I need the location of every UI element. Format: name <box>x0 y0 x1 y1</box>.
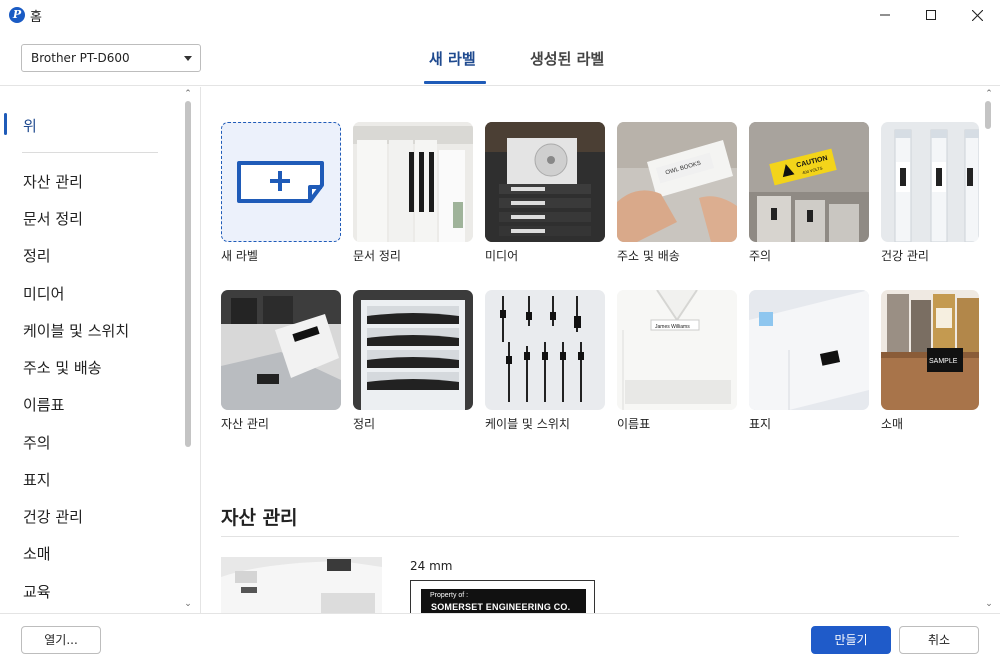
category-sidebar: 위 자산 관리 문서 정리 정리 미디어 케이블 및 스위치 주소 및 배송 이… <box>0 87 201 613</box>
main-scroll-down-icon[interactable]: ⌄ <box>984 600 994 609</box>
tab-new-label[interactable]: 새 라벨 <box>429 48 476 69</box>
printer-select-value: Brother PT-D600 <box>31 51 130 65</box>
tile-label: 주소 및 배송 <box>617 249 680 263</box>
cables-photo-icon <box>485 290 605 410</box>
main-scrollbar-thumb[interactable] <box>985 101 991 129</box>
tile-address-shipping[interactable]: OWL BOOKS <box>617 122 737 242</box>
sidebar-scrollbar-thumb[interactable] <box>185 101 191 447</box>
sidebar-item-address-shipping[interactable]: 주소 및 배송 <box>23 357 102 378</box>
label-sample-band: Property of : SOMERSET ENGINEERING CO. <box>421 589 586 613</box>
sign-photo-icon <box>749 290 869 410</box>
tile-image-text: SAMPLE <box>929 358 958 365</box>
tile-label: 건강 관리 <box>881 249 929 263</box>
sidebar-active-indicator <box>4 113 7 135</box>
tab-created-labels[interactable]: 생성된 라벨 <box>530 48 604 69</box>
maximize-icon <box>926 10 936 20</box>
tile-retail[interactable]: SAMPLE <box>881 290 979 410</box>
tile-asset-management[interactable] <box>221 290 341 410</box>
sidebar-scroll-up-icon[interactable]: ⌃ <box>183 90 193 99</box>
caution-label-photo-icon: CAUTION 400 VOLTS <box>749 122 869 242</box>
sidebar-item-signage[interactable]: 표지 <box>23 469 51 490</box>
sidebar-divider <box>22 152 158 153</box>
sidebar-item-healthcare[interactable]: 건강 관리 <box>23 506 83 527</box>
new-label-icon <box>237 161 324 203</box>
sidebar-item-retail[interactable]: 소매 <box>23 543 51 564</box>
tile-label: 문서 정리 <box>353 249 401 263</box>
tile-label: 표지 <box>749 417 772 431</box>
tile-image-text: James Williams <box>655 324 690 330</box>
main-scroll-up-icon[interactable]: ⌃ <box>984 90 994 99</box>
sidebar-item-organization[interactable]: 정리 <box>23 245 51 266</box>
cancel-button[interactable]: 취소 <box>899 626 979 654</box>
retail-shelf-photo-icon: SAMPLE <box>881 290 979 410</box>
tile-label: 소매 <box>881 417 904 431</box>
close-icon <box>971 9 983 21</box>
create-button[interactable]: 만들기 <box>811 626 891 654</box>
window-title: 홈 <box>30 10 42 25</box>
label-sample-preview[interactable]: Property of : SOMERSET ENGINEERING CO. <box>410 580 595 613</box>
cd-cases-photo-icon <box>485 122 605 242</box>
header-bar: Brother PT-D600 새 라벨 생성된 라벨 <box>0 30 1000 86</box>
sidebar-scroll-down-icon[interactable]: ⌄ <box>183 600 193 609</box>
label-sample-small-text: Property of : <box>430 592 469 599</box>
sidebar-item-asset-management[interactable]: 자산 관리 <box>23 171 83 192</box>
active-tab-indicator <box>424 81 486 84</box>
open-button[interactable]: 열기... <box>21 626 101 654</box>
label-printer-photo-icon <box>221 557 382 613</box>
tape-size-label: 24 mm <box>410 559 453 573</box>
sidebar-item-caution[interactable]: 주의 <box>23 432 51 453</box>
sidebar-item-media[interactable]: 미디어 <box>23 283 64 304</box>
tile-media[interactable] <box>485 122 605 242</box>
tile-label: 새 라벨 <box>221 249 258 263</box>
sidebar-item-top[interactable]: 위 <box>23 115 37 136</box>
sidebar-item-name-tags[interactable]: 이름표 <box>23 394 64 415</box>
tile-label: 미디어 <box>485 249 519 263</box>
footer-bar: 열기... 만들기 취소 <box>0 613 1000 667</box>
maximize-button[interactable] <box>908 0 954 30</box>
tile-signage[interactable] <box>749 290 869 410</box>
section-title: 자산 관리 <box>221 507 298 529</box>
tile-label: 케이블 및 스위치 <box>485 417 570 431</box>
address-label-photo-icon: OWL BOOKS <box>617 122 737 242</box>
label-sample-main-text: SOMERSET ENGINEERING CO. <box>431 602 571 612</box>
laptop-printer-photo-icon <box>221 290 341 410</box>
tile-label: 자산 관리 <box>221 417 269 431</box>
tile-cables[interactable] <box>485 290 605 410</box>
tile-new-label[interactable] <box>221 122 341 242</box>
drawer-cabinet-photo-icon <box>353 290 473 410</box>
tile-label: 주의 <box>749 249 772 263</box>
tile-caution[interactable]: CAUTION 400 VOLTS <box>749 122 869 242</box>
title-bar: P 홈 <box>0 0 1000 30</box>
close-button[interactable] <box>954 0 1000 30</box>
binder-photo-icon <box>353 122 473 242</box>
minimize-icon <box>880 14 890 16</box>
section-divider <box>221 536 959 537</box>
tile-healthcare[interactable] <box>881 122 979 242</box>
template-preview-image[interactable] <box>221 557 382 613</box>
tile-document-filing[interactable] <box>353 122 473 242</box>
minimize-button[interactable] <box>862 0 908 30</box>
test-tubes-photo-icon <box>881 122 979 242</box>
app-logo-icon: P <box>9 7 25 23</box>
printer-select[interactable]: Brother PT-D600 <box>21 44 201 72</box>
tile-label: 정리 <box>353 417 376 431</box>
sidebar-item-cables[interactable]: 케이블 및 스위치 <box>23 320 129 341</box>
dropdown-caret-icon <box>184 56 192 61</box>
tile-label: 이름표 <box>617 417 651 431</box>
sidebar-item-education[interactable]: 교육 <box>23 581 51 602</box>
sidebar-item-document-filing[interactable]: 문서 정리 <box>23 208 83 229</box>
tile-organization[interactable] <box>353 290 473 410</box>
name-tag-photo-icon: James Williams <box>617 290 737 410</box>
tile-name-tags[interactable]: James Williams <box>617 290 737 410</box>
